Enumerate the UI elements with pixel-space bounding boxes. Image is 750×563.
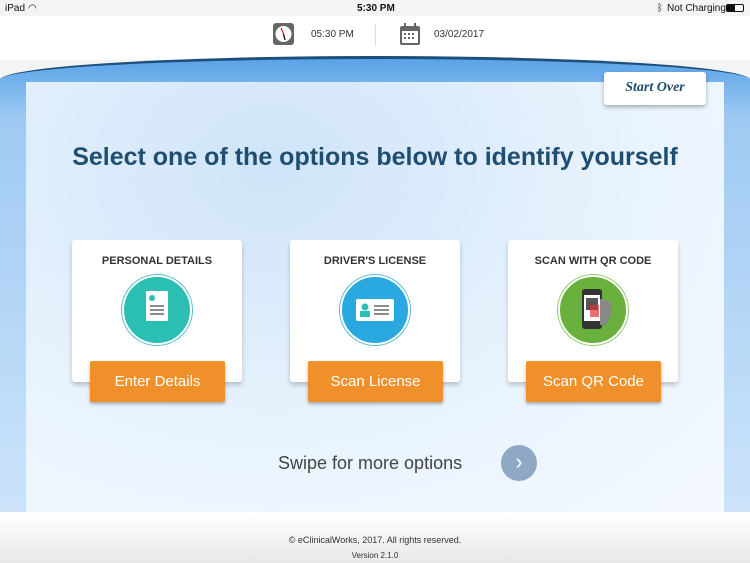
header-time: 05:30 PM — [311, 29, 354, 40]
qr-scan-icon — [558, 275, 628, 345]
id-card-icon — [340, 275, 410, 345]
header: 05:30 PM 03/02/2017 — [0, 16, 750, 60]
page-title: Select one of the options below to ident… — [72, 143, 678, 171]
device-name: iPad — [5, 3, 26, 14]
swipe-hint: Swipe for more options — [278, 453, 463, 473]
status-bar: iPad ◠ 5:30 PM ᛒ Not Charging — [0, 0, 750, 16]
bluetooth-icon: ᛒ — [657, 3, 663, 14]
scan-qr-code-button[interactable]: Scan QR Code — [526, 361, 661, 402]
chevron-right-icon: › — [515, 449, 523, 474]
wifi-icon: ◠ — [28, 3, 37, 14]
battery-status: Not Charging — [667, 3, 726, 14]
next-options-button[interactable]: › — [501, 445, 537, 481]
divider — [375, 24, 376, 46]
header-date: 03/02/2017 — [434, 29, 485, 40]
status-time: 5:30 PM — [357, 3, 395, 14]
copyright: © eClinicalWorks, 2017. All rights reser… — [288, 535, 462, 545]
version: Version 2.1.0 — [351, 551, 399, 560]
clock-icon — [273, 23, 294, 45]
option-label: SCAN WITH QR CODE — [534, 255, 652, 267]
option-label: PERSONAL DETAILS — [101, 255, 213, 267]
id-document-icon — [122, 275, 192, 345]
start-over-button[interactable]: Start Over — [604, 72, 706, 105]
enter-details-button[interactable]: Enter Details — [90, 361, 225, 402]
battery-icon — [726, 4, 744, 12]
calendar-icon — [400, 23, 420, 45]
scan-license-button[interactable]: Scan License — [308, 361, 443, 402]
option-label: DRIVER'S LICENSE — [323, 255, 427, 267]
